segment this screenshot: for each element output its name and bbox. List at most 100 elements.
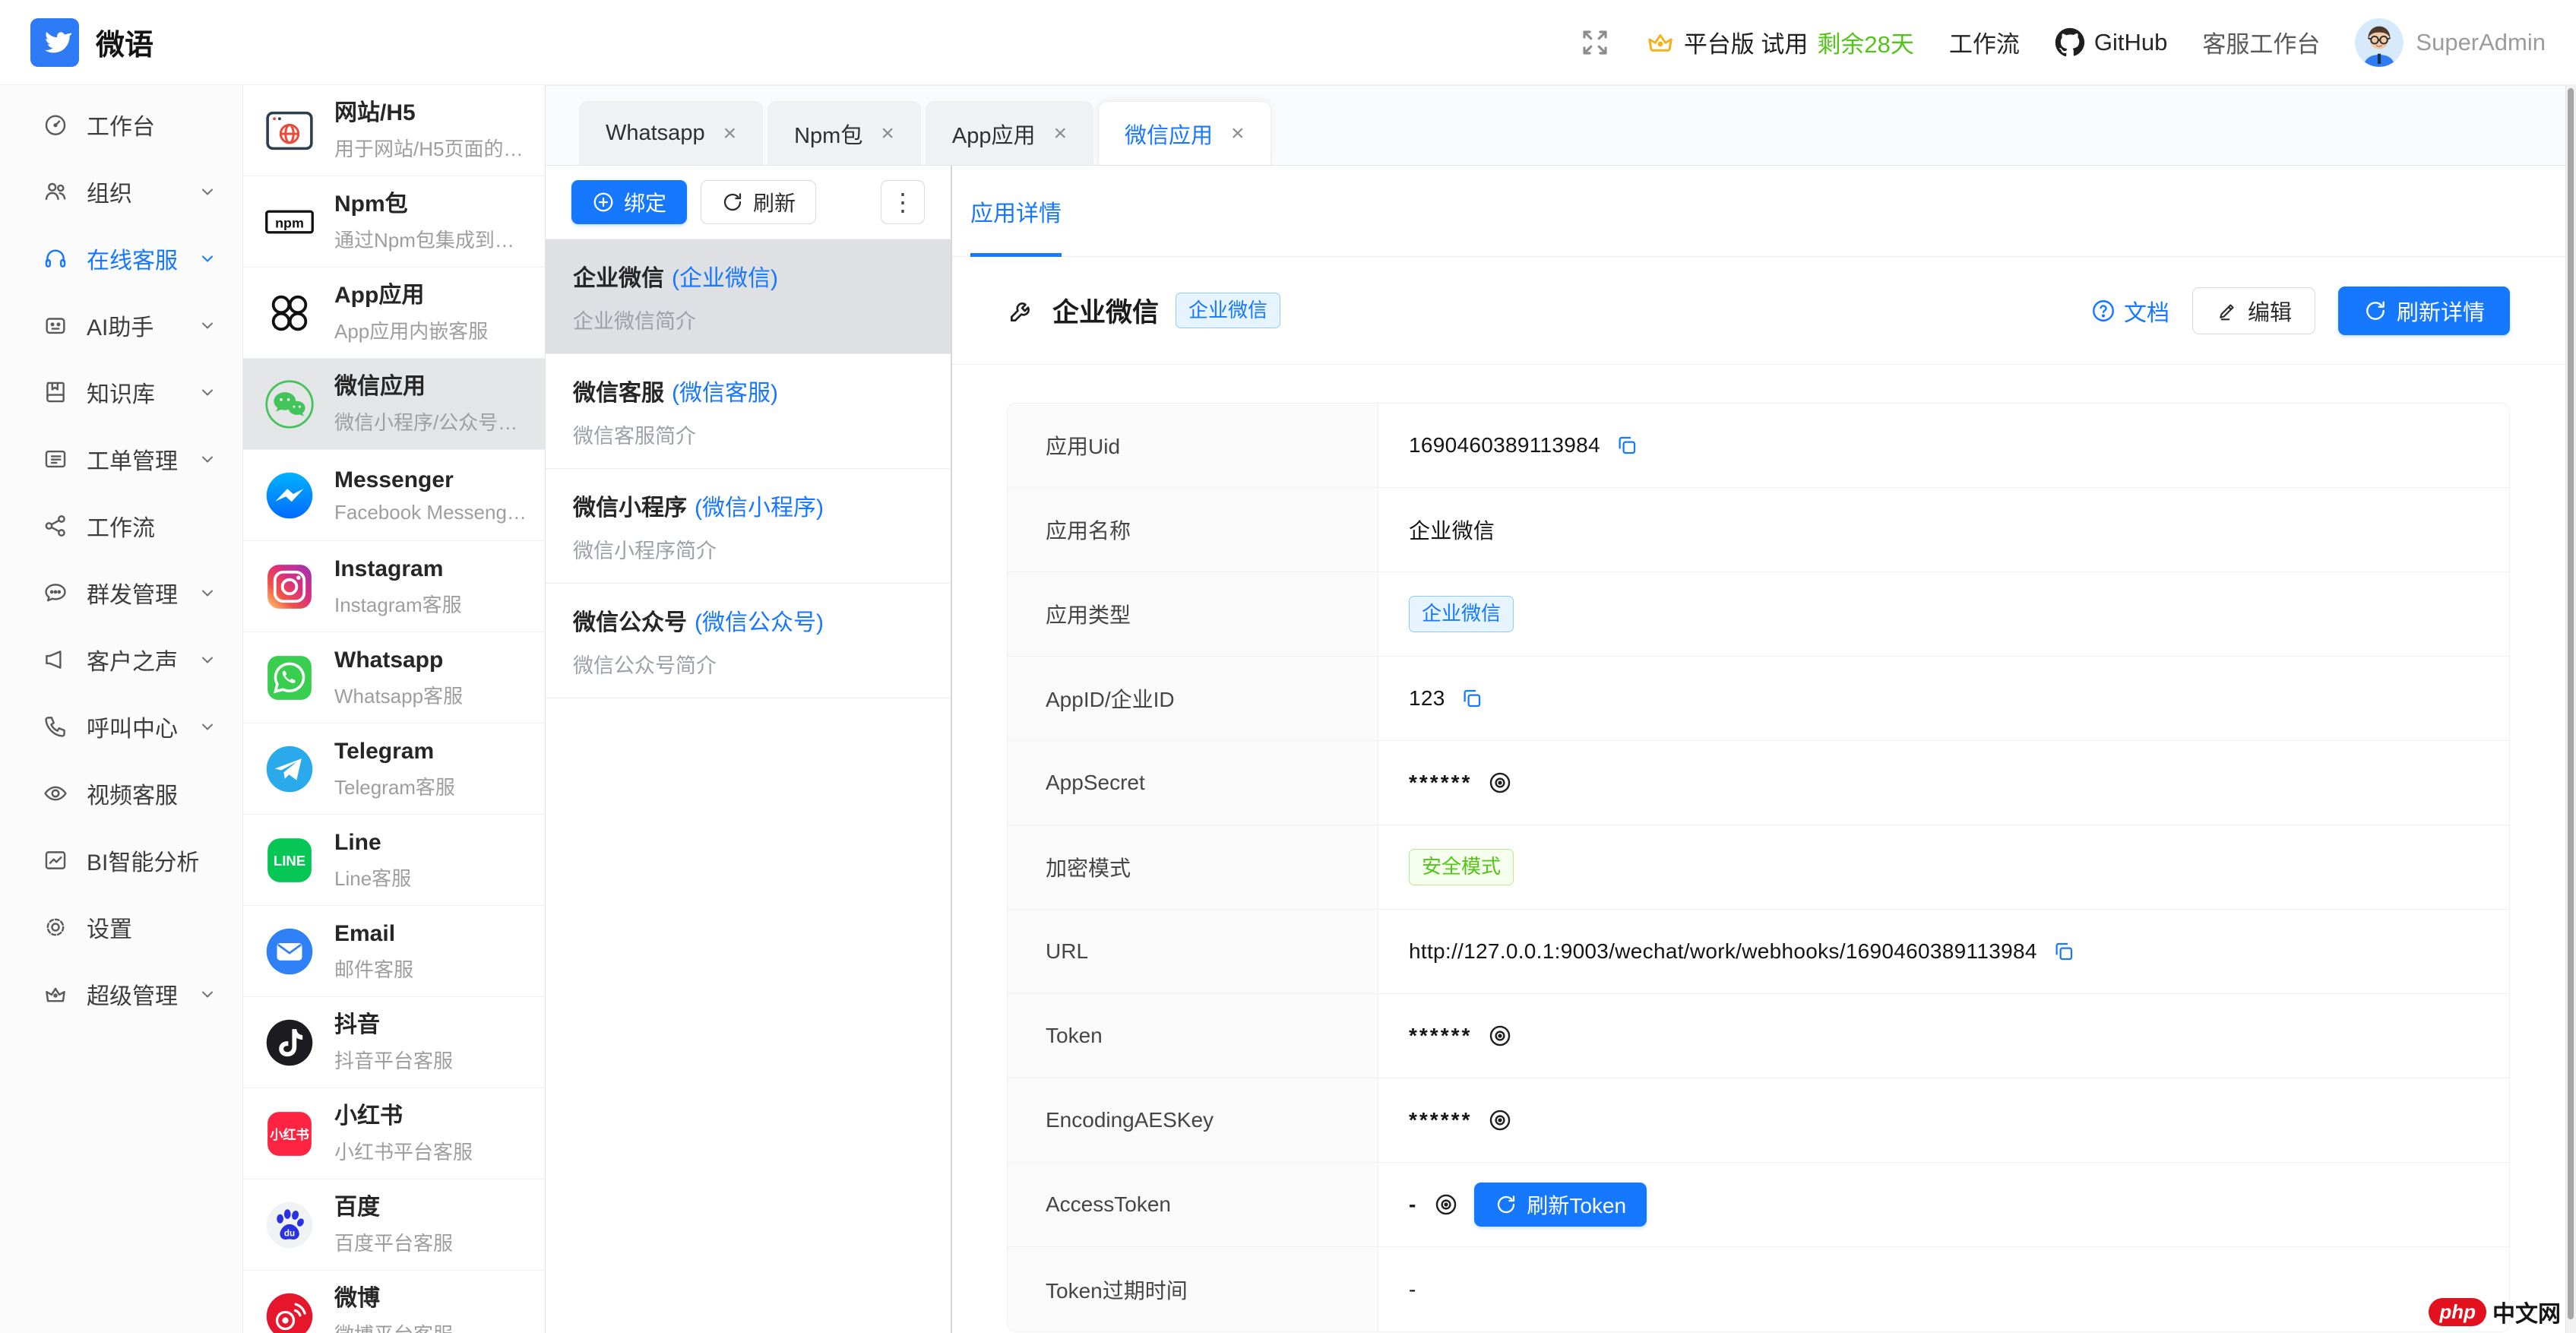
eye-icon[interactable] — [1487, 1107, 1513, 1133]
eye-icon[interactable] — [1487, 770, 1513, 796]
channel-item[interactable]: 小红书 小红书 小红书平台客服 — [243, 1088, 545, 1179]
bound-app-alias: (微信小程序) — [695, 496, 824, 521]
row-value: ****** ****** ****** 刷新Token — [1378, 741, 2509, 825]
watermark-php-logo: php — [2429, 1298, 2486, 1326]
tab-app-detail[interactable]: 应用详情 — [970, 166, 1062, 256]
sidebar-item[interactable]: 视频客服 — [0, 760, 242, 827]
close-icon[interactable]: × — [881, 122, 894, 145]
workspace-tab[interactable]: Npm包 × — [767, 101, 921, 165]
close-icon[interactable]: × — [1231, 122, 1245, 145]
channel-desc: Telegram客服 — [334, 772, 455, 800]
sidebar-item[interactable]: 组织 — [0, 158, 242, 225]
copy-icon[interactable] — [1460, 687, 1483, 710]
sidebar-item[interactable]: 在线客服 — [0, 225, 242, 292]
channel-name: Email — [334, 920, 413, 948]
fullscreen-icon[interactable] — [1579, 27, 1611, 59]
sidebar-item[interactable]: 超级管理 — [0, 961, 242, 1027]
bound-app-item[interactable]: 微信小程序(微信小程序) 微信小程序简介 — [546, 469, 951, 584]
bound-app-desc: 微信客服简介 — [573, 420, 923, 449]
row-value: http://127.0.0.1:9003/wechat/work/webhoo… — [1378, 910, 2509, 993]
refresh-list-button[interactable]: 刷新 — [701, 180, 816, 224]
sidebar-item-label: 在线客服 — [87, 242, 178, 275]
sidebar-item[interactable]: 工作流 — [0, 492, 242, 559]
sidebar-item[interactable]: 知识库 — [0, 359, 242, 426]
edit-button[interactable]: 编辑 — [2192, 287, 2315, 334]
line-icon: LINE — [264, 835, 315, 885]
nav-agent-workbench-link[interactable]: 客服工作台 — [2202, 25, 2320, 59]
sidebar-item[interactable]: AI助手 — [0, 292, 242, 359]
channel-item[interactable]: Messenger Facebook Messeng… — [243, 450, 545, 541]
channel-item[interactable]: Email 邮件客服 — [243, 906, 545, 997]
channel-item[interactable]: 微博 微博平台客服 — [243, 1271, 545, 1333]
channel-item[interactable]: 抖音 抖音平台客服 — [243, 997, 545, 1088]
tab-label: Whatsapp — [606, 121, 705, 146]
table-row: 应用名称 企业微信 企业微信 企业微信 刷新Token — [1008, 488, 2509, 572]
bound-app-name: 微信公众号 — [573, 610, 687, 635]
bound-app-desc: 微信小程序简介 — [573, 534, 923, 564]
channel-item[interactable]: LINE Line Line客服 — [243, 815, 545, 906]
close-icon[interactable]: × — [723, 122, 737, 145]
video-service-icon — [43, 780, 68, 806]
more-actions-button[interactable]: ⋮ — [881, 180, 925, 224]
refresh-detail-button[interactable]: 刷新详情 — [2338, 287, 2510, 335]
sidebar-item[interactable]: 工单管理 — [0, 426, 242, 492]
copy-icon[interactable] — [2052, 940, 2075, 963]
sidebar-item[interactable]: 客户之声 — [0, 626, 242, 693]
bound-app-alias: (微信公众号) — [695, 610, 824, 635]
user-menu[interactable]: SuperAdmin — [2355, 18, 2546, 67]
open-tabs-bar: Whatsapp × Npm包 × App应用 × 微信应用 × — [546, 85, 2576, 166]
website-icon — [264, 106, 315, 156]
eye-icon[interactable] — [1487, 1023, 1513, 1049]
sidebar-item[interactable]: 设置 — [0, 894, 242, 961]
bound-app-item[interactable]: 企业微信(企业微信) 企业微信简介 — [546, 239, 951, 354]
bound-app-item[interactable]: 微信客服(微信客服) 微信客服简介 — [546, 354, 951, 469]
nav-github-link[interactable]: GitHub — [2055, 27, 2167, 58]
app-logo[interactable] — [30, 18, 79, 67]
copy-icon[interactable] — [1616, 434, 1638, 457]
channel-name: 小红书 — [334, 1102, 473, 1131]
ticket-icon — [43, 446, 68, 472]
organization-icon — [43, 179, 68, 204]
vertical-scrollbar[interactable] — [2565, 85, 2576, 1333]
doc-link[interactable]: 文档 — [2090, 294, 2169, 328]
workspace-tab[interactable]: Whatsapp × — [579, 101, 763, 165]
sidebar-item[interactable]: 工作台 — [0, 91, 242, 158]
plan-badge[interactable]: 平台版 试用 剩余28天 — [1646, 25, 1914, 59]
user-name: SuperAdmin — [2416, 29, 2546, 56]
row-value: 企业微信 企业微信 企业微信 刷新Token — [1378, 572, 2509, 656]
sidebar-item-label: AI助手 — [87, 309, 153, 342]
bind-button[interactable]: 绑定 — [571, 180, 687, 224]
channel-desc: 邮件客服 — [334, 955, 413, 983]
table-row: AppSecret ****** ****** ****** 刷新Token — [1008, 741, 2509, 825]
chevron-down-icon — [198, 182, 217, 201]
active-tab-indicator — [970, 253, 1062, 257]
channel-item[interactable]: npm Npm包 通过Npm包集成到… — [243, 176, 545, 268]
close-icon[interactable]: × — [1053, 122, 1067, 145]
row-value: - - - 刷新Token — [1378, 1247, 2509, 1331]
workspace-tab[interactable]: App应用 × — [926, 101, 1093, 165]
channel-item[interactable]: App应用 App应用内嵌客服 — [243, 268, 545, 359]
channel-desc: 百度平台客服 — [334, 1228, 453, 1256]
row-value: 1690460389113984 1690460389113984 169046… — [1378, 404, 2509, 487]
app-title-text: 企业微信 — [1052, 291, 1159, 330]
sidebar-item[interactable]: 呼叫中心 — [0, 693, 242, 760]
refresh-token-button[interactable]: 刷新Token — [1474, 1183, 1647, 1227]
channel-item[interactable]: du 百度 百度平台客服 — [243, 1179, 545, 1271]
nav-workflow-link[interactable]: 工作流 — [1949, 25, 2020, 59]
bound-app-item[interactable]: 微信公众号(微信公众号) 微信公众号简介 — [546, 584, 951, 698]
channel-item[interactable]: Telegram Telegram客服 — [243, 723, 545, 815]
channel-item[interactable]: 微信应用 微信小程序/公众号… — [243, 359, 545, 450]
sidebar-item[interactable]: BI智能分析 — [0, 827, 242, 894]
scrollbar-thumb[interactable] — [2568, 88, 2574, 1319]
channel-item[interactable]: 网站/H5 用于网站/H5页面的… — [243, 85, 545, 176]
eye-icon[interactable] — [1433, 1192, 1459, 1217]
app-type-tag: 企业微信 — [1176, 293, 1280, 328]
channel-item[interactable]: Whatsapp Whatsapp客服 — [243, 632, 545, 723]
row-value-text: http://127.0.0.1:9003/wechat/work/webhoo… — [1409, 939, 2037, 964]
channel-item[interactable]: Instagram Instagram客服 — [243, 541, 545, 632]
settings-icon — [43, 914, 68, 940]
channel-name: Npm包 — [334, 190, 514, 219]
workspace-tab[interactable]: 微信应用 × — [1098, 101, 1271, 165]
sidebar-item[interactable]: 群发管理 — [0, 559, 242, 626]
app-detail-pane: 应用详情 企业微信 企业微信 文档 — [952, 166, 2576, 1333]
